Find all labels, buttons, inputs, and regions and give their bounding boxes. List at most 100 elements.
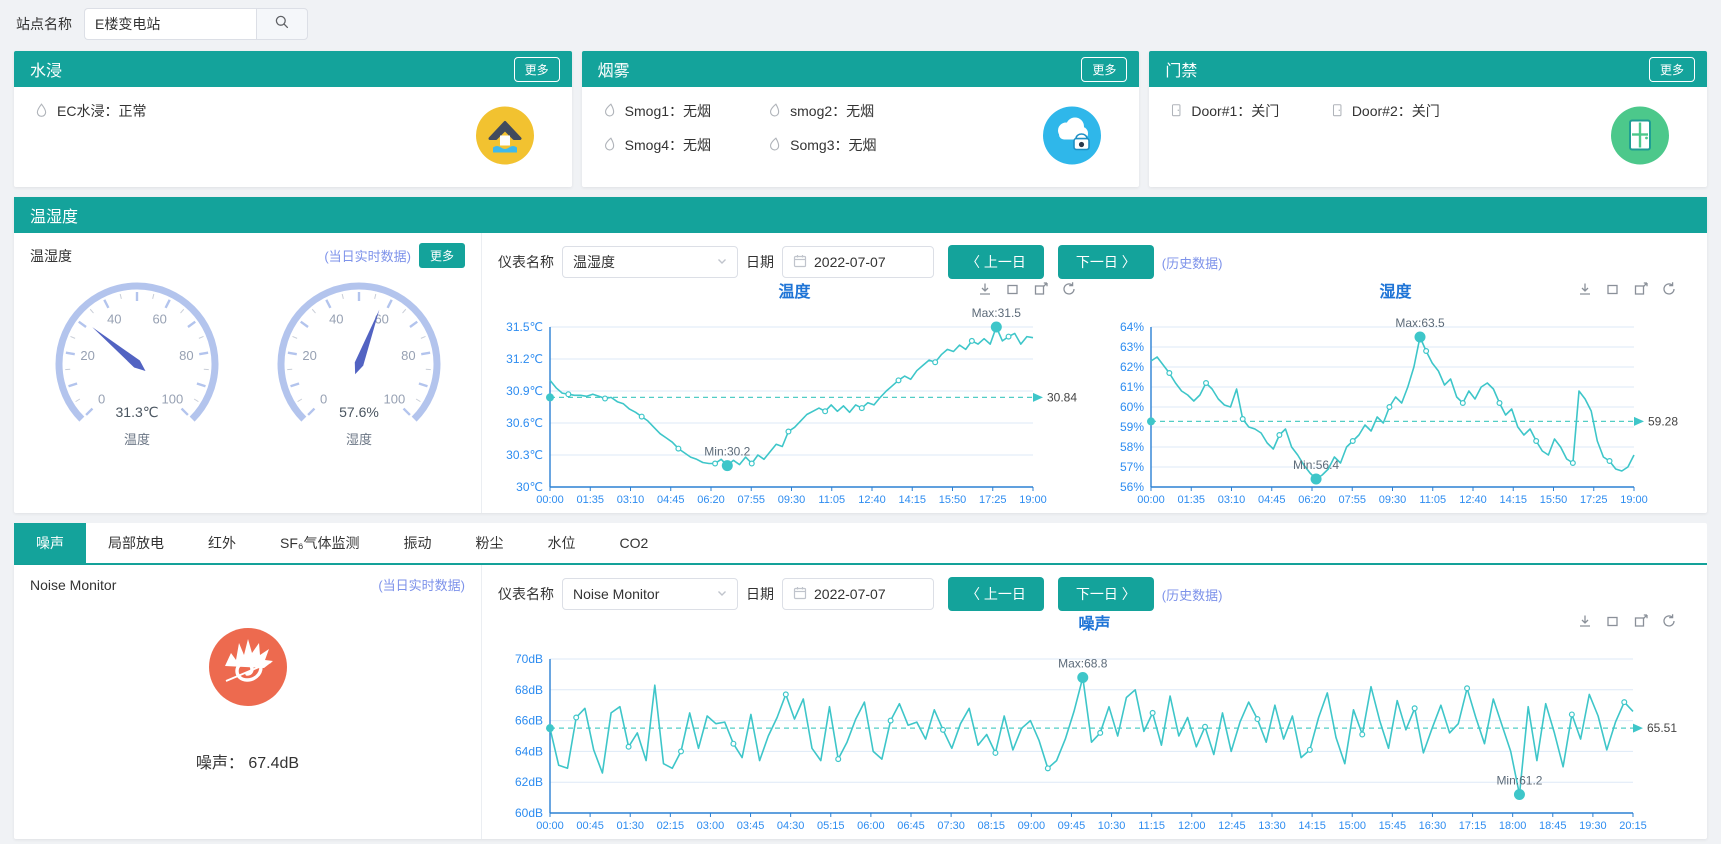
- svg-text:15:45: 15:45: [1379, 820, 1407, 832]
- smoke-card-header: 烟雾 更多: [582, 51, 1140, 87]
- meter-select[interactable]: 温湿度: [562, 246, 738, 278]
- humidity-chart: 湿度64%63%62%61%60%59%58%57%56%00:0001:350…: [1099, 281, 1692, 509]
- smoke-icon: [767, 102, 782, 121]
- site-name-input[interactable]: [84, 8, 256, 40]
- refresh-icon[interactable]: [1661, 281, 1677, 297]
- door-item: Door#1：关门: [1169, 101, 1329, 121]
- svg-text:59.28: 59.28: [1648, 414, 1678, 428]
- smoke-item-text: Somg3：无烟: [790, 135, 876, 155]
- smoke-item: smog2：无烟: [767, 101, 922, 121]
- save-image-icon[interactable]: [1577, 281, 1593, 297]
- svg-text:20: 20: [80, 348, 94, 363]
- water-item: EC水浸：正常: [34, 101, 552, 121]
- svg-text:08:15: 08:15: [977, 820, 1005, 832]
- chart-toolbox: [1577, 281, 1677, 297]
- save-image-icon[interactable]: [1577, 613, 1593, 629]
- noise-date-input[interactable]: 2022-07-07: [782, 578, 934, 610]
- prev-day-button[interactable]: 〈 上一日: [948, 245, 1044, 279]
- svg-text:17:15: 17:15: [1459, 820, 1487, 832]
- smoke-item-text: Smog1：无烟: [625, 101, 711, 121]
- refresh-icon[interactable]: [1661, 613, 1677, 629]
- temphum-realtime-link[interactable]: (当日实时数据): [324, 246, 411, 265]
- temphum-right-panel: 仪表名称 温湿度 日期 2022-07-07 〈 上一日 下一日 〉 (历史数据…: [482, 233, 1707, 513]
- water-card-header: 水浸 更多: [14, 51, 572, 87]
- zoom-restore-icon[interactable]: [1633, 613, 1649, 629]
- svg-text:57.6%: 57.6%: [339, 404, 379, 420]
- svg-text:00:45: 00:45: [576, 820, 604, 832]
- noise-date-value: 2022-07-07: [814, 586, 886, 602]
- data-zoom-icon[interactable]: [1605, 281, 1621, 297]
- water-status-icon: [476, 107, 534, 168]
- svg-text:04:30: 04:30: [777, 820, 805, 832]
- door-card-body: Door#1：关门 Door#2：关门: [1149, 87, 1707, 187]
- zoom-restore-icon[interactable]: [1033, 281, 1049, 297]
- temphum-controls: 仪表名称 温湿度 日期 2022-07-07 〈 上一日 下一日 〉 (历史数据…: [498, 245, 1691, 279]
- svg-text:59%: 59%: [1119, 420, 1143, 434]
- tab-dust[interactable]: 粉尘: [454, 523, 526, 563]
- noise-next-day-button[interactable]: 下一日 〉: [1058, 577, 1154, 611]
- temphum-more-button[interactable]: 更多: [419, 243, 465, 268]
- noise-left-panel: Noise Monitor (当日实时数据) 噪声： 67.4dB: [14, 565, 482, 839]
- tab-co2[interactable]: CO2: [598, 523, 671, 563]
- noise-chart: 噪声70dB68dB66dB64dB62dB60dB00:0000:4501:3…: [498, 613, 1691, 835]
- chevron-down-icon: [715, 586, 729, 603]
- data-zoom-icon[interactable]: [1605, 613, 1621, 629]
- refresh-icon[interactable]: [1061, 281, 1077, 297]
- svg-text:温度: 温度: [123, 432, 149, 447]
- door-icon: [1169, 102, 1183, 121]
- svg-text:68dB: 68dB: [515, 683, 543, 697]
- door-status-icon: [1611, 107, 1669, 168]
- svg-text:60%: 60%: [1119, 400, 1143, 414]
- tab-sf6-gas[interactable]: SF₆气体监测: [258, 523, 382, 563]
- tab-water-level[interactable]: 水位: [526, 523, 598, 563]
- humidity-gauge: 02040608010057.6%湿度: [251, 272, 467, 467]
- search-button[interactable]: [256, 8, 308, 40]
- svg-text:12:00: 12:00: [1178, 820, 1206, 832]
- tab-vibration[interactable]: 振动: [382, 523, 454, 563]
- svg-text:04:45: 04:45: [657, 494, 685, 506]
- svg-text:06:20: 06:20: [1298, 494, 1326, 506]
- svg-text:80: 80: [401, 348, 415, 363]
- water-more-button[interactable]: 更多: [514, 57, 560, 82]
- history-data-link[interactable]: (历史数据): [1162, 253, 1223, 272]
- tab-noise[interactable]: 噪声: [14, 523, 86, 563]
- svg-text:07:55: 07:55: [737, 494, 765, 506]
- svg-text:17:25: 17:25: [1579, 494, 1607, 506]
- date-input[interactable]: 2022-07-07: [782, 246, 934, 278]
- smoke-item: Smog4：无烟: [602, 135, 757, 155]
- svg-text:04:45: 04:45: [1257, 494, 1285, 506]
- site-search-group: [84, 8, 308, 40]
- tab-partial-discharge[interactable]: 局部放电: [86, 523, 186, 563]
- svg-text:14:15: 14:15: [898, 494, 926, 506]
- svg-text:60: 60: [152, 311, 166, 326]
- noise-meter-select[interactable]: Noise Monitor: [562, 578, 738, 610]
- save-image-icon[interactable]: [977, 281, 993, 297]
- noise-meter-select-value: Noise Monitor: [573, 586, 659, 602]
- svg-text:56%: 56%: [1119, 480, 1143, 494]
- zoom-restore-icon[interactable]: [1633, 281, 1649, 297]
- data-zoom-icon[interactable]: [1005, 281, 1021, 297]
- svg-text:62%: 62%: [1119, 360, 1143, 374]
- noise-realtime-link[interactable]: (当日实时数据): [378, 575, 465, 594]
- door-item-text: Door#1：关门: [1191, 101, 1279, 121]
- door-more-button[interactable]: 更多: [1649, 57, 1695, 82]
- svg-text:31.3℃: 31.3℃: [115, 404, 158, 420]
- noise-history-link[interactable]: (历史数据): [1162, 585, 1223, 604]
- smoke-items: Smog1：无烟 smog2：无烟 Smog4：无烟 Somg3：无烟: [602, 101, 923, 169]
- svg-text:03:10: 03:10: [617, 494, 645, 506]
- smoke-more-button[interactable]: 更多: [1081, 57, 1127, 82]
- svg-text:Max:68.8: Max:68.8: [1058, 656, 1108, 670]
- svg-text:Min:30.2: Min:30.2: [704, 445, 750, 459]
- search-icon: [274, 14, 290, 33]
- svg-text:17:25: 17:25: [979, 494, 1007, 506]
- door-item-text: Door#2：关门: [1352, 101, 1440, 121]
- svg-text:63%: 63%: [1119, 340, 1143, 354]
- tab-infrared[interactable]: 红外: [186, 523, 258, 563]
- svg-text:30.3℃: 30.3℃: [506, 448, 543, 462]
- svg-text:07:30: 07:30: [937, 820, 965, 832]
- next-day-button[interactable]: 下一日 〉: [1058, 245, 1154, 279]
- svg-text:0: 0: [320, 391, 327, 406]
- temphum-body: 温湿度 (当日实时数据) 更多 02040608010031.3℃温度 0204…: [14, 233, 1707, 513]
- noise-prev-day-button[interactable]: 〈 上一日: [948, 577, 1044, 611]
- svg-text:06:45: 06:45: [897, 820, 925, 832]
